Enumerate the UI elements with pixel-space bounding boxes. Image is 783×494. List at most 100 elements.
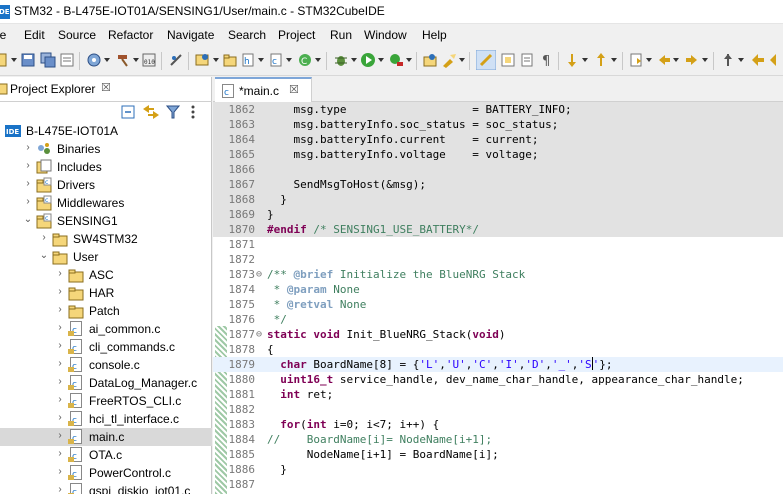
code-line[interactable]: 1875 * @retval None [213, 297, 783, 312]
code-line[interactable]: 1877 ⊖ static void Init_BlueNRG_Stack(void… [213, 327, 783, 342]
tree-item[interactable]: › c OTA.c [0, 446, 212, 464]
open-type-icon[interactable] [422, 52, 438, 68]
new-header-dropdown-icon[interactable] [258, 58, 264, 62]
toggle-block-selection-icon[interactable] [500, 52, 516, 68]
binary-icon[interactable]: 010 [141, 52, 157, 68]
editor-tab-main-c[interactable]: c *main.c ☒ [215, 77, 312, 102]
back-icon[interactable] [656, 52, 672, 68]
tree-item[interactable]: › ASC [0, 266, 212, 284]
filter-icon[interactable] [166, 104, 180, 120]
new-source-dropdown-icon[interactable] [286, 58, 292, 62]
window-arrow-icon[interactable] [768, 52, 783, 68]
search-dropdown-icon[interactable] [459, 58, 465, 62]
code-line[interactable]: 1870 #endif /* SENSING1_USE_BATTERY*/ [213, 222, 783, 237]
code-editor[interactable]: 1862 msg.type = BATTERY_INFO; 1863 msg.ba… [213, 102, 783, 494]
code-line[interactable]: 1865 msg.batteryInfo.voltage = voltage; [213, 147, 783, 162]
menu-run[interactable]: Run [330, 28, 352, 42]
last-edit-dropdown-icon[interactable] [646, 58, 652, 62]
new-project-icon[interactable] [194, 52, 210, 68]
code-line[interactable]: 1866 [213, 162, 783, 177]
menu-window[interactable]: Window [364, 28, 407, 42]
maximize-icon[interactable] [750, 52, 766, 68]
tree-item[interactable]: › c cli_commands.c [0, 338, 212, 356]
pin-editor-icon[interactable] [720, 52, 736, 68]
menu-search[interactable]: Search [228, 28, 266, 42]
new-class-icon[interactable]: C [297, 52, 313, 68]
code-line[interactable]: 1868 } [213, 192, 783, 207]
search-flashlight-icon[interactable] [441, 52, 457, 68]
show-whitespace-icon[interactable] [519, 52, 535, 68]
code-line[interactable]: 1874 * @param None [213, 282, 783, 297]
new-icon[interactable] [0, 52, 10, 68]
tree-item[interactable]: › SW4STM32 [0, 230, 212, 248]
pin-dropdown-icon[interactable] [738, 58, 744, 62]
next-annotation-icon[interactable] [564, 52, 580, 68]
chevron-right-icon[interactable]: › [55, 484, 65, 494]
last-edit-location-icon[interactable] [628, 52, 644, 68]
chevron-right-icon[interactable]: › [55, 430, 65, 441]
code-line[interactable]: 1880 uint16_t service_handle, dev_name_c… [213, 372, 783, 387]
tree-item[interactable]: IDE B-L475E-IOT01A [0, 122, 212, 140]
chevron-right-icon[interactable]: › [39, 232, 49, 243]
menu-help[interactable]: Help [422, 28, 447, 42]
new-dropdown-icon[interactable] [11, 58, 17, 62]
properties-icon[interactable] [59, 52, 75, 68]
next-annotation-dropdown-icon[interactable] [582, 58, 588, 62]
tree-item[interactable]: › c hci_tl_interface.c [0, 410, 212, 428]
code-line[interactable]: 1871 [213, 237, 783, 252]
code-line[interactable]: 1863 msg.batteryInfo.soc_status = soc_st… [213, 117, 783, 132]
code-line[interactable]: 1884 // BoardName[i]= NodeName[i+1]; [213, 432, 783, 447]
close-icon[interactable]: ☒ [289, 83, 299, 96]
chevron-right-icon[interactable]: › [55, 340, 65, 351]
previous-annotation-dropdown-icon[interactable] [611, 58, 617, 62]
external-tools-icon[interactable] [388, 52, 404, 68]
forward-dropdown-icon[interactable] [702, 58, 708, 62]
code-line[interactable]: 1869} [213, 207, 783, 222]
chevron-right-icon[interactable]: › [55, 412, 65, 423]
menu-project[interactable]: Project [278, 28, 315, 42]
code-line[interactable]: 1878 { [213, 342, 783, 357]
tree-item[interactable]: › c FreeRTOS_CLI.c [0, 392, 212, 410]
chevron-right-icon[interactable]: › [55, 358, 65, 369]
close-icon[interactable]: ☒ [101, 81, 111, 94]
project-explorer-tab[interactable]: Project Explorer ☒ [0, 77, 122, 101]
code-line[interactable]: 1882 [213, 402, 783, 417]
tree-item[interactable]: › c console.c [0, 356, 212, 374]
menu-edit[interactable]: Edit [24, 28, 45, 42]
tree-item[interactable]: ⌄ User [0, 248, 212, 266]
tree-item[interactable]: › HAR [0, 284, 212, 302]
build-hammer-icon[interactable] [115, 52, 131, 68]
code-line[interactable]: 1883 for(int i=0; i<7; i++) { [213, 417, 783, 432]
fold-toggle-icon[interactable]: ⊖ [256, 267, 262, 282]
tree-item[interactable]: › c PowerControl.c [0, 464, 212, 482]
chevron-right-icon[interactable]: › [55, 268, 65, 279]
new-folder-icon[interactable] [222, 52, 238, 68]
code-line[interactable]: 1867 SendMsgToHost(&msg); [213, 177, 783, 192]
fold-toggle-icon[interactable]: ⊖ [256, 327, 262, 342]
collapse-all-icon[interactable] [121, 105, 135, 119]
menu-navigate[interactable]: Navigate [167, 28, 214, 42]
chevron-right-icon[interactable]: › [55, 304, 65, 315]
back-dropdown-icon[interactable] [673, 58, 679, 62]
chevron-right-icon[interactable]: › [55, 376, 65, 387]
new-class-dropdown-icon[interactable] [315, 58, 321, 62]
tree-item[interactable]: › c main.c [0, 428, 212, 446]
code-line[interactable]: 1879 char BoardName[8] = {'L','U','C','I… [213, 357, 783, 372]
save-all-icon[interactable] [40, 52, 56, 68]
tree-item[interactable]: ⌄ c SENSING1 [0, 212, 212, 230]
code-line[interactable]: 1862 msg.type = BATTERY_INFO; [213, 102, 783, 117]
previous-annotation-icon[interactable] [593, 52, 609, 68]
tree-item[interactable]: › Includes [0, 158, 212, 176]
chevron-right-icon[interactable]: › [23, 178, 33, 189]
chevron-right-icon[interactable]: › [23, 142, 33, 153]
chevron-right-icon[interactable]: › [23, 196, 33, 207]
code-line[interactable]: 1876 */ [213, 312, 783, 327]
chevron-right-icon[interactable]: › [55, 322, 65, 333]
tree-item[interactable]: › c DataLog_Manager.c [0, 374, 212, 392]
chevron-down-icon[interactable]: ⌄ [23, 214, 33, 225]
tree-item[interactable]: › c Middlewares [0, 194, 212, 212]
chevron-right-icon[interactable]: › [55, 394, 65, 405]
code-line[interactable]: 1885 NodeName[i+1] = BoardName[i]; [213, 447, 783, 462]
new-source-icon[interactable]: c [268, 52, 284, 68]
menu-source[interactable]: Source [58, 28, 96, 42]
